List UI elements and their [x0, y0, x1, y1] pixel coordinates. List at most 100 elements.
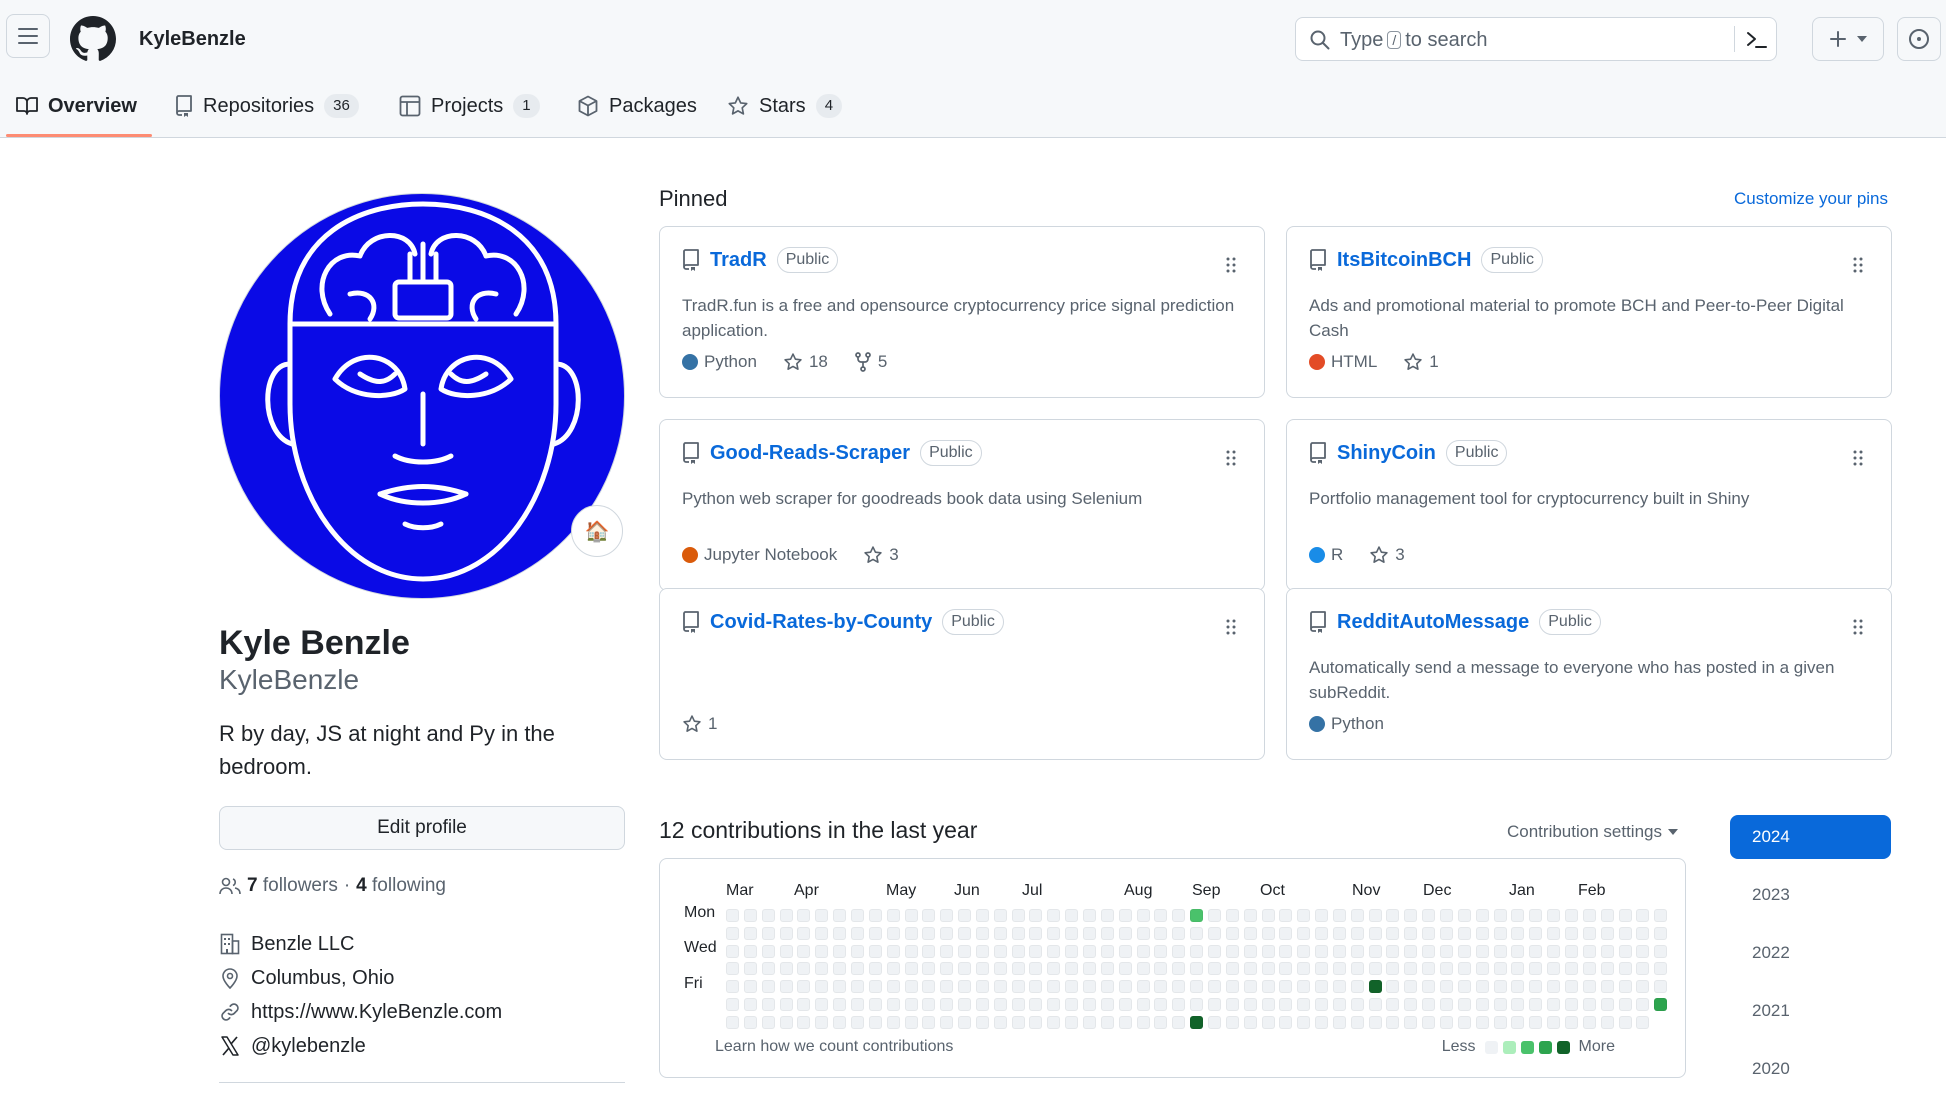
contribution-day-cell[interactable] — [1083, 998, 1096, 1011]
drag-handle-icon[interactable] — [1853, 450, 1863, 466]
contribution-day-cell[interactable] — [761, 998, 775, 1011]
contribution-day-cell[interactable] — [1457, 909, 1471, 922]
contribution-day-cell[interactable] — [993, 998, 1007, 1011]
contribution-day-cell[interactable] — [1100, 944, 1114, 958]
contribution-day-cell[interactable] — [1457, 1015, 1471, 1029]
year-link-2023[interactable]: 2023 — [1730, 873, 1891, 917]
contribution-day-cell[interactable] — [1279, 944, 1293, 958]
contribution-day-cell[interactable] — [1386, 909, 1400, 922]
contribution-day-cell[interactable] — [1297, 926, 1311, 940]
contribution-day-cell[interactable] — [1083, 980, 1096, 994]
contribution-day-cell[interactable] — [1368, 998, 1382, 1011]
contribution-day-cell[interactable] — [797, 980, 811, 994]
contribution-day-cell[interactable] — [1618, 998, 1632, 1011]
contribution-day-cell[interactable] — [1279, 980, 1293, 994]
contribution-day-cell[interactable] — [975, 962, 989, 976]
contribution-day-cell[interactable] — [1475, 962, 1489, 976]
contribution-day-cell[interactable] — [1600, 980, 1614, 994]
contribution-day-cell[interactable] — [797, 909, 811, 922]
contribution-day-cell[interactable] — [1029, 926, 1043, 940]
contribution-day-cell[interactable] — [1047, 962, 1061, 976]
contribution-day-cell[interactable] — [993, 962, 1007, 976]
contribution-day-cell[interactable] — [1154, 926, 1168, 940]
contribution-day-cell[interactable] — [1511, 944, 1525, 958]
contribution-day-cell[interactable] — [1475, 1015, 1489, 1029]
contribution-day-cell[interactable] — [975, 1015, 989, 1029]
contribution-day-cell[interactable] — [868, 1015, 882, 1029]
contribution-day-cell[interactable] — [833, 909, 847, 922]
contribution-day-cell[interactable] — [1422, 909, 1436, 922]
contribution-day-cell[interactable] — [1564, 926, 1578, 940]
contribution-day-cell[interactable] — [1511, 926, 1525, 940]
contribution-day-cell[interactable] — [1404, 980, 1418, 994]
contribution-day-cell[interactable] — [1332, 962, 1346, 976]
contribution-day-cell[interactable] — [1225, 926, 1239, 940]
contribution-day-cell[interactable] — [1065, 944, 1079, 958]
contribution-day-cell[interactable] — [1083, 1015, 1096, 1029]
contribution-day-cell[interactable] — [1636, 980, 1650, 994]
contribution-day-cell[interactable] — [1404, 944, 1418, 958]
contribution-day-cell[interactable] — [1225, 998, 1239, 1011]
contribution-day-cell[interactable] — [1207, 962, 1221, 976]
contribution-day-cell[interactable] — [726, 962, 739, 976]
contribution-day-cell[interactable] — [1618, 980, 1632, 994]
contribution-day-cell[interactable] — [886, 962, 900, 976]
contribution-day-cell[interactable] — [975, 909, 989, 922]
contribution-day-cell[interactable] — [1136, 1015, 1150, 1029]
contribution-day-cell[interactable] — [1654, 962, 1668, 976]
contribution-day-cell[interactable] — [868, 926, 882, 940]
contribution-day-cell[interactable] — [761, 926, 775, 940]
contribution-day-cell[interactable] — [850, 998, 864, 1011]
create-new-button[interactable] — [1812, 17, 1884, 61]
contribution-day-cell[interactable] — [922, 998, 936, 1011]
contribution-day-cell[interactable] — [1065, 926, 1079, 940]
contribution-day-cell[interactable] — [1582, 980, 1596, 994]
contribution-day-cell[interactable] — [940, 944, 954, 958]
contribution-day-cell[interactable] — [1315, 944, 1329, 958]
contribution-day-cell[interactable] — [1547, 980, 1561, 994]
repo-stars-link[interactable]: 3 — [863, 544, 899, 566]
contribution-day-cell[interactable] — [1529, 998, 1543, 1011]
contribution-day-cell[interactable] — [1636, 962, 1650, 976]
contribution-day-cell[interactable] — [904, 980, 918, 994]
contribution-day-cell[interactable] — [1457, 998, 1471, 1011]
contribution-day-cell[interactable] — [1011, 962, 1025, 976]
contribution-day-cell[interactable] — [958, 926, 972, 940]
contribution-day-cell[interactable] — [886, 998, 900, 1011]
contribution-day-cell[interactable] — [940, 926, 954, 940]
contribution-day-cell[interactable] — [1243, 1015, 1257, 1029]
contribution-day-cell[interactable] — [1457, 944, 1471, 958]
contribution-day-cell[interactable] — [1368, 944, 1382, 958]
contribution-day-cell[interactable] — [779, 926, 793, 940]
contribution-day-cell[interactable] — [1190, 998, 1204, 1011]
contribution-day-cell[interactable] — [850, 1015, 864, 1029]
contribution-day-cell[interactable] — [1118, 909, 1132, 922]
contribution-day-cell[interactable] — [922, 962, 936, 976]
contribution-day-cell[interactable] — [1582, 962, 1596, 976]
contribution-day-cell[interactable] — [868, 944, 882, 958]
avatar[interactable] — [219, 193, 625, 599]
contribution-day-cell[interactable] — [1600, 909, 1614, 922]
drag-handle-icon[interactable] — [1853, 257, 1863, 273]
contribution-day-cell[interactable] — [1422, 926, 1436, 940]
contribution-day-cell[interactable] — [1154, 944, 1168, 958]
contribution-day-cell[interactable] — [1332, 909, 1346, 922]
contribution-day-cell[interactable] — [743, 926, 757, 940]
contribution-day-cell[interactable] — [1350, 944, 1364, 958]
contribution-day-cell[interactable] — [1225, 1015, 1239, 1029]
contribution-day-cell[interactable] — [1029, 980, 1043, 994]
contribution-day-cell[interactable] — [1190, 980, 1204, 994]
contribution-day-cell[interactable] — [1404, 909, 1418, 922]
contribution-day-cell[interactable] — [1422, 1015, 1436, 1029]
contribution-day-cell[interactable] — [1404, 962, 1418, 976]
contribution-day-cell[interactable] — [743, 909, 757, 922]
contribution-day-cell[interactable] — [1261, 980, 1275, 994]
contribution-day-cell[interactable] — [1190, 926, 1204, 940]
contribution-day-cell[interactable] — [1118, 1015, 1132, 1029]
contribution-day-cell[interactable] — [1225, 962, 1239, 976]
contribution-day-cell[interactable] — [1065, 980, 1079, 994]
contribution-day-cell[interactable] — [1440, 998, 1453, 1011]
following-link[interactable]: 4 following — [356, 874, 446, 898]
contribution-day-cell[interactable] — [1154, 1015, 1168, 1029]
contribution-day-cell[interactable] — [1529, 926, 1543, 940]
